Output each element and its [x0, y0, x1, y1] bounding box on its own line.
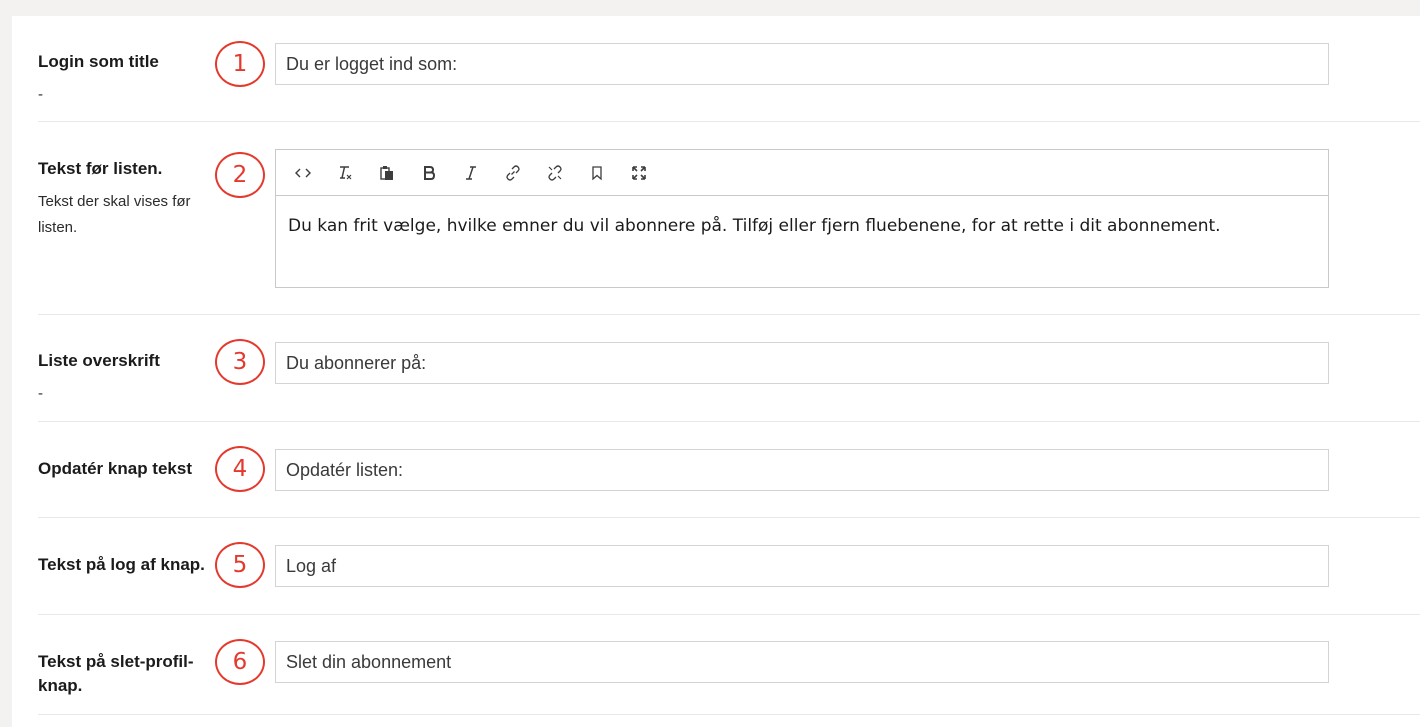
source-code-icon[interactable] — [288, 158, 318, 188]
anchor-icon[interactable] — [582, 158, 612, 188]
login-title-input[interactable] — [275, 43, 1329, 85]
editor-toolbar — [276, 150, 1328, 196]
row-divider — [38, 714, 1420, 715]
field-label-update-button-text: Opdatér knap tekst — [38, 459, 192, 478]
annotation-badge-2: 2 — [215, 152, 265, 198]
row-divider — [38, 121, 1420, 122]
rich-text-editor[interactable]: Du kan frit vælge, hvilke emner du vil a… — [275, 149, 1329, 288]
field-label-login-title: Login som title — [38, 52, 159, 71]
logout-button-text-input[interactable] — [275, 545, 1329, 587]
editor-content[interactable]: Du kan frit vælge, hvilke emner du vil a… — [276, 196, 1328, 256]
annotation-badge-4: 4 — [215, 446, 265, 492]
bold-icon[interactable] — [414, 158, 444, 188]
annotation-badge-3: 3 — [215, 339, 265, 385]
list-heading-input[interactable] — [275, 342, 1329, 384]
row-divider — [38, 614, 1420, 615]
field-label-list-heading: Liste overskrift — [38, 351, 160, 370]
delete-profile-button-text-input[interactable] — [275, 641, 1329, 683]
maximize-icon[interactable] — [624, 158, 654, 188]
row-divider — [38, 421, 1420, 422]
field-description: - — [38, 86, 43, 103]
annotation-badge-5: 5 — [215, 542, 265, 588]
row-divider — [38, 517, 1420, 518]
annotation-badge-1: 1 — [215, 41, 265, 87]
unlink-icon[interactable] — [540, 158, 570, 188]
field-description: Tekst der skal vises før listen. — [38, 193, 191, 236]
row-divider — [38, 314, 1420, 315]
link-icon[interactable] — [498, 158, 528, 188]
remove-format-icon[interactable] — [330, 158, 360, 188]
paste-icon[interactable] — [372, 158, 402, 188]
annotation-badge-6: 6 — [215, 639, 265, 685]
field-label-delete-profile-button-text: Tekst på slet-profil-knap. — [38, 652, 194, 695]
field-label-text-before-list: Tekst før listen. — [38, 159, 163, 178]
update-button-text-input[interactable] — [275, 449, 1329, 491]
italic-icon[interactable] — [456, 158, 486, 188]
field-description: - — [38, 385, 43, 402]
field-label-logout-button-text: Tekst på log af knap. — [38, 555, 205, 574]
